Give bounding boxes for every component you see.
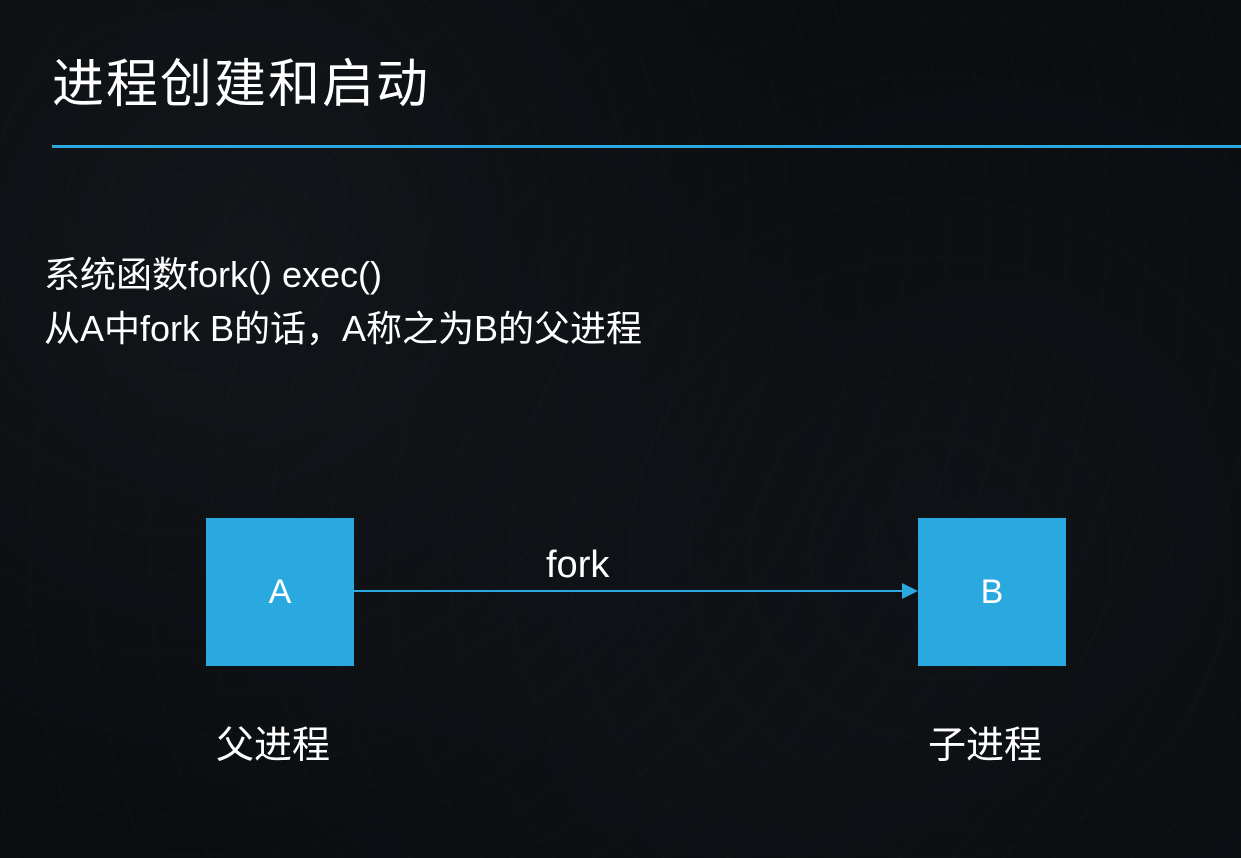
body-line-2: 从A中fork B的话，A称之为B的父进程 bbox=[44, 302, 642, 356]
body-line-1: 系统函数fork() exec() bbox=[44, 248, 642, 302]
process-box-b: B bbox=[918, 518, 1066, 666]
arrow-head-icon bbox=[902, 583, 918, 599]
arrow-label: fork bbox=[546, 544, 609, 587]
process-a-label: 父进程 bbox=[216, 714, 330, 769]
arrow-line bbox=[354, 590, 906, 592]
slide-title: 进程创建和启动 bbox=[52, 42, 430, 117]
body-text: 系统函数fork() exec() 从A中fork B的话，A称之为B的父进程 bbox=[44, 248, 642, 356]
process-b-letter: B bbox=[981, 573, 1004, 612]
fork-arrow bbox=[354, 590, 918, 592]
process-b-label: 子进程 bbox=[928, 714, 1042, 769]
title-divider bbox=[52, 145, 1241, 148]
process-a-letter: A bbox=[269, 573, 292, 612]
process-box-a: A bbox=[206, 518, 354, 666]
